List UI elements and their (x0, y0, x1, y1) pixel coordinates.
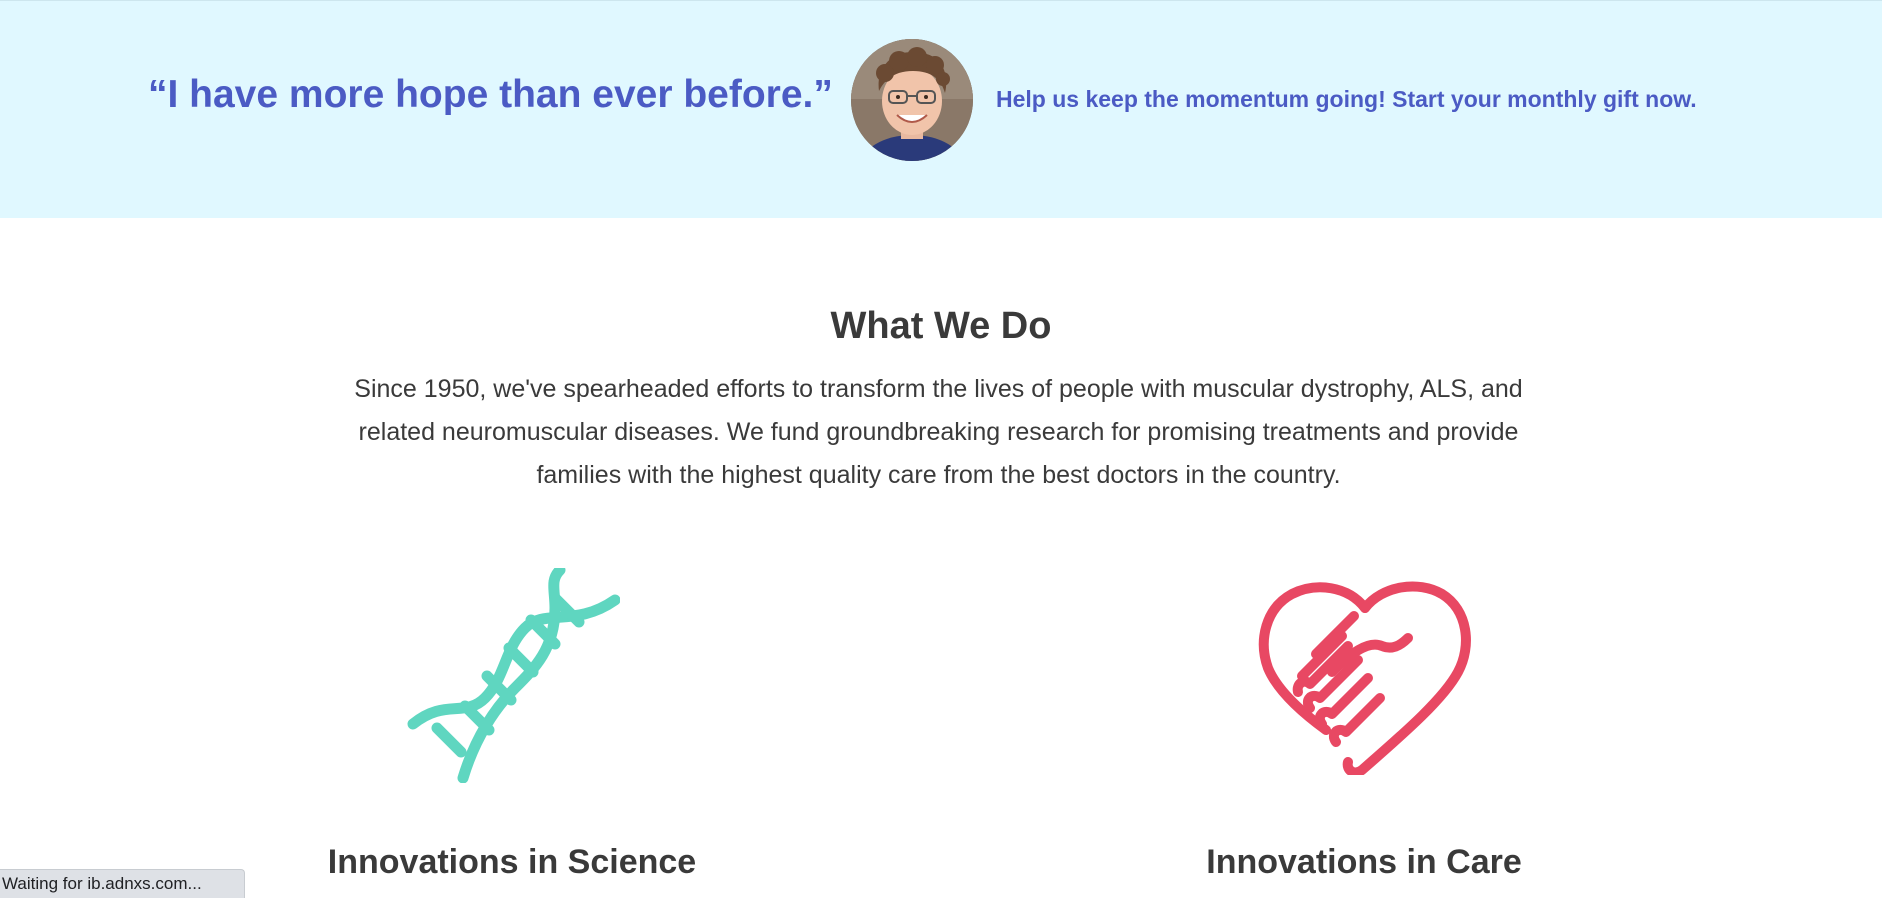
donation-banner[interactable]: “I have more hope than ever before.” Hel… (0, 0, 1882, 218)
boy-portrait-image (851, 39, 973, 161)
feature-title-care[interactable]: Innovations in Care (1164, 843, 1564, 882)
banner-quote[interactable]: “I have more hope than ever before.” (148, 73, 833, 117)
page: “I have more hope than ever before.” Hel… (0, 0, 1882, 898)
section-description: Since 1950, we've spearheaded efforts to… (354, 375, 1523, 489)
feature-title-science[interactable]: Innovations in Science (312, 843, 712, 882)
heart-handshake-icon[interactable] (1258, 580, 1473, 778)
section-title: What We Do (830, 305, 1052, 347)
avatar (851, 39, 973, 161)
browser-status-bar: Waiting for ib.adnxs.com... (0, 869, 245, 898)
dna-icon[interactable] (405, 564, 621, 784)
monthly-gift-link[interactable]: Help us keep the momentum going! Start y… (996, 86, 1697, 113)
